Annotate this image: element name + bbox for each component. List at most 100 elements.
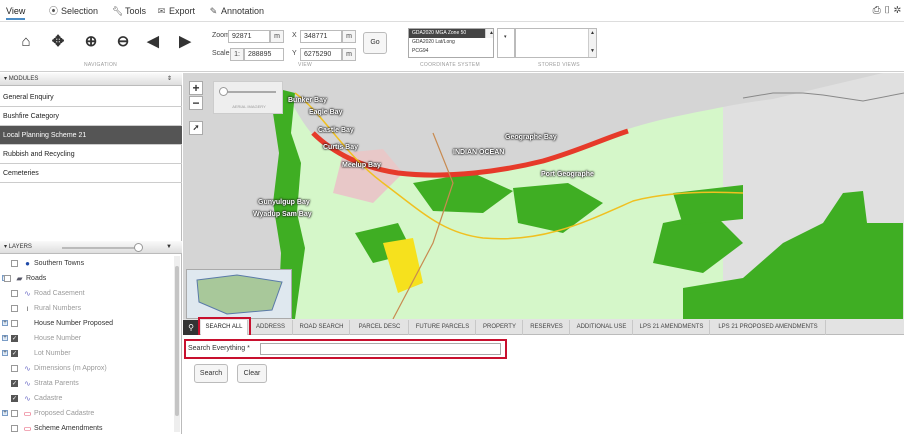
opacity-slider[interactable] [62,247,142,249]
aerial-slider[interactable] [222,91,276,93]
coord-option[interactable]: PCG94 [409,47,493,56]
print-icon[interactable]: ⎙ [873,5,881,16]
zoom-input[interactable]: 92871 [228,30,270,43]
layer-checkbox[interactable] [4,275,11,282]
pan-icon[interactable]: ✥ [50,34,66,50]
coord-scrollbar[interactable]: ▲ ▼ [485,29,493,38]
tab-reserves[interactable]: RESERVES [524,320,570,335]
module-item[interactable]: Local Planning Scheme 21 [0,126,182,145]
layers-scrollbar-thumb[interactable] [175,266,179,416]
layer-row[interactable]: ● Southern Towns [0,257,176,270]
layer-checkbox[interactable] [11,305,18,312]
gear-icon[interactable]: ✲ [894,5,901,16]
module-item[interactable]: Bushfire Category [0,107,182,126]
layer-row[interactable]: ∿ Road Casement [0,287,176,300]
layer-checkbox[interactable] [11,365,18,372]
tab-lps21-proposed-amendments[interactable]: LPS 21 PROPOSED AMENDMENTS [711,320,826,335]
map-view[interactable]: + − ➚ AERIAL IMAGERY Bunker Bay Eagle Ba… [183,73,904,319]
aerial-slider-handle[interactable] [219,87,228,96]
map-zoom-in-button[interactable]: + [189,81,203,95]
coord-option[interactable]: GDA2020 Lat/Long [409,38,493,47]
stored-views-list[interactable]: ▲ ▼ [515,28,597,58]
layer-checkbox[interactable] [11,425,18,432]
expand-icon[interactable]: + [2,410,8,416]
search-button[interactable]: Search [194,364,228,383]
module-item[interactable]: General Enquiry [0,88,182,107]
layer-row[interactable]: ▭ Scheme Amendments [0,422,176,435]
aerial-imagery-control[interactable]: AERIAL IMAGERY [213,81,283,114]
layer-row[interactable]: +▰Roads [0,272,176,285]
coord-option[interactable]: GDA2020 MGA Zone 50 [409,29,493,38]
layer-row[interactable]: + ✓ House Number [0,332,176,345]
tab-parcel-desc[interactable]: PARCEL DESC [351,320,409,335]
clear-button[interactable]: Clear [237,364,267,383]
layer-row[interactable]: ∿ Dimensions (m Approx) [0,362,176,375]
layer-checkbox[interactable]: ✓ [11,380,18,387]
module-item[interactable]: Cemeteries [0,164,182,183]
search-tab-bar: ⚲ SEARCH ALL ADDRESS ROAD SEARCH PARCEL … [183,317,904,337]
search-everything-input[interactable] [260,343,501,355]
layers-header[interactable]: ▾ LAYERS ▼ [0,241,182,254]
forward-icon[interactable]: ▶ [177,34,193,50]
module-item[interactable]: Rubbish and Recycling [0,145,182,164]
layer-row[interactable]: ı Rural Numbers [0,302,176,315]
tab-lps21-amendments[interactable]: LPS 21 AMENDMENTS [634,320,710,335]
text-icon: ı [26,304,29,313]
y-input[interactable]: 6275290 [300,48,342,61]
pin-icon[interactable]: ⇕ [167,73,172,86]
menu-view[interactable]: View [6,3,26,20]
zoom-unit: m [270,30,284,43]
go-button[interactable]: Go [363,32,387,54]
layer-row[interactable]: ✓ ∿ Strata Parents [0,377,176,390]
layer-checkbox[interactable] [11,290,18,297]
layer-row[interactable]: + House Number Proposed [0,317,176,330]
coordinate-dropdown[interactable]: ▾ [497,28,515,58]
menu-annotation[interactable]: ✎ Annotation [208,3,264,20]
tab-property[interactable]: PROPERTY [477,320,523,335]
overview-map[interactable] [186,269,292,319]
layer-name: House Number [34,335,82,342]
menu-tools[interactable]: 🔧︎ Tools [112,3,146,20]
zoom-in-icon[interactable]: ⊕ [83,34,99,50]
layer-checkbox[interactable]: ✓ [11,335,18,342]
menu-selection[interactable]: ⦿ Selection [48,3,98,20]
tab-additional-use[interactable]: ADDITIONAL USE [571,320,633,335]
expand-icon[interactable]: + [2,350,8,356]
expand-icon[interactable]: + [2,335,8,341]
map-zoom-out-button[interactable]: − [189,96,203,110]
menu-annotation-label: Annotation [221,6,265,16]
tab-address[interactable]: ADDRESS [249,320,293,335]
layer-checkbox[interactable]: ✓ [11,350,18,357]
menu-export[interactable]: ✉ Export [156,3,195,20]
wrench-icon: 🔧︎ [112,6,124,16]
map-label: Bunker Bay [288,97,327,104]
map-label: Wyadup Sam Bay [253,211,312,218]
select-arrow-icon[interactable]: ➚ [189,121,203,135]
layer-row[interactable]: + ▭ Proposed Cadastre [0,407,176,420]
tab-future-parcels[interactable]: FUTURE PARCELS [410,320,476,335]
home-icon[interactable]: ⌂ [18,34,34,50]
document-icon[interactable]: ▯ [883,5,891,16]
opacity-slider-handle[interactable] [134,243,143,252]
navigation-section-label: NAVIGATION [84,62,118,68]
layer-checkbox[interactable] [11,320,18,327]
aerial-imagery-label: AERIAL IMAGERY [232,104,266,109]
layer-checkbox[interactable]: ✓ [11,395,18,402]
coordinate-section-label: COORDINATE SYSTEM [420,62,481,68]
modules-header[interactable]: ▾ MODULES ⇕ [0,73,182,86]
layer-checkbox[interactable] [11,410,18,417]
scale-input[interactable]: 288895 [244,48,284,61]
layer-name: House Number Proposed [34,320,113,327]
layer-row[interactable]: ✓ ∿ Cadastre [0,392,176,405]
layer-checkbox[interactable] [11,260,18,267]
coordinate-system-list[interactable]: GDA2020 MGA Zone 50 GDA2020 Lat/Long PCG… [408,28,494,58]
layers-scrollbar[interactable] [174,256,180,432]
x-input[interactable]: 348771 [300,30,342,43]
zoom-out-icon[interactable]: ⊖ [115,34,131,50]
filter-icon[interactable]: ▼ [166,241,172,254]
expand-icon[interactable]: + [2,320,8,326]
layer-row[interactable]: + ✓ Lot Number [0,347,176,360]
back-icon[interactable]: ◀ [145,34,161,50]
stored-views-scrollbar[interactable]: ▲ ▼ [588,29,596,57]
tab-road-search[interactable]: ROAD SEARCH [294,320,350,335]
